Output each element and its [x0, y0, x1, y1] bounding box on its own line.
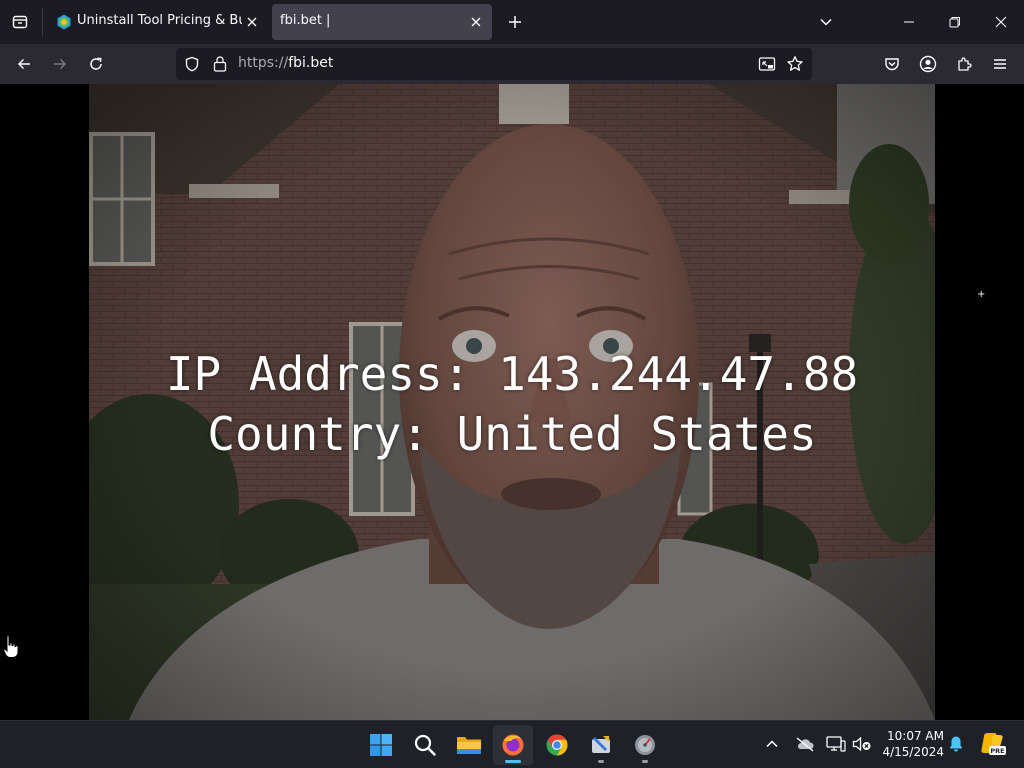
restore-icon — [949, 17, 960, 28]
address-bar[interactable]: https://fbi.bet — [176, 48, 812, 80]
shield-icon[interactable] — [184, 56, 200, 72]
close-icon — [995, 16, 1007, 28]
minimize-button[interactable] — [884, 0, 934, 44]
window-close-button[interactable] — [978, 0, 1024, 44]
clock-time: 10:07 AM — [887, 729, 944, 743]
search-icon — [414, 734, 436, 756]
arrow-left-icon — [17, 58, 30, 70]
running-indicator — [598, 760, 604, 763]
disk-app-icon — [635, 735, 655, 755]
account-icon — [919, 55, 937, 73]
tool-app-icon — [592, 736, 610, 753]
ip-info-overlay: IP Address: 143.244.47.88 Country: Unite… — [89, 344, 935, 464]
arrow-right-icon — [54, 58, 67, 70]
tab-title: fbi.bet | — [280, 13, 331, 28]
copilot-icon: PRE — [981, 733, 1006, 755]
url-input[interactable]: https://fbi.bet — [238, 55, 333, 71]
pre-badge: PRE — [990, 747, 1004, 755]
app-menu-button[interactable] — [984, 48, 1016, 80]
tab-title: Uninstall Tool Pricing & Buy — [77, 13, 242, 28]
restore-button[interactable] — [932, 0, 978, 44]
chrome-icon — [546, 734, 568, 756]
bookmark-star-icon[interactable] — [786, 55, 804, 73]
notifications-button[interactable] — [946, 733, 966, 755]
volume-tray-button[interactable] — [852, 733, 872, 755]
chevron-down-icon — [820, 18, 832, 26]
minimize-icon — [904, 21, 914, 23]
taskbar-clock[interactable]: 10:07 AM 4/15/2024 — [872, 728, 944, 760]
firefox-view-button[interactable] — [4, 6, 36, 38]
close-icon[interactable] — [244, 14, 260, 30]
lock-icon[interactable] — [212, 55, 228, 73]
stray-glyph: + — [977, 289, 986, 300]
new-tab-button[interactable] — [500, 6, 530, 38]
disk-app-taskbar-button[interactable] — [625, 725, 665, 765]
chevron-up-icon — [766, 740, 778, 748]
tool-app-taskbar-button[interactable] — [581, 725, 621, 765]
url-host: fbi.bet — [288, 55, 334, 71]
firefox-view-icon — [12, 15, 28, 29]
country-line: Country: United States — [207, 407, 817, 461]
running-indicator — [642, 760, 648, 763]
tab-fbi-bet[interactable]: fbi.bet | — [272, 4, 492, 40]
picture-in-picture-icon[interactable] — [758, 56, 776, 72]
tab-uninstall-tool[interactable]: Uninstall Tool Pricing & Buy — [46, 4, 268, 40]
running-indicator — [505, 760, 521, 763]
network-tray-button[interactable] — [826, 733, 846, 755]
reload-button[interactable] — [80, 48, 112, 80]
show-hidden-icons-button[interactable] — [762, 733, 782, 755]
network-icon — [826, 736, 846, 752]
pocket-icon — [885, 58, 899, 71]
uninstall-tool-logo-icon — [57, 14, 71, 30]
pocket-button[interactable] — [876, 48, 908, 80]
onedrive-tray-button[interactable] — [795, 733, 815, 755]
folder-icon — [457, 737, 481, 754]
url-scheme: https:// — [238, 55, 289, 71]
search-button[interactable] — [405, 725, 445, 765]
bell-icon — [949, 736, 963, 752]
firefox-taskbar-button[interactable] — [493, 725, 533, 765]
page-content: IP Address: 143.244.47.88 Country: Unite… — [0, 84, 1024, 720]
navigation-toolbar: https://fbi.bet — [0, 44, 1024, 84]
firefox-icon — [502, 734, 524, 756]
reload-icon — [90, 57, 102, 70]
extensions-button[interactable] — [948, 48, 980, 80]
puzzle-icon — [958, 57, 972, 71]
chrome-taskbar-button[interactable] — [537, 725, 577, 765]
forward-button[interactable] — [44, 48, 76, 80]
plus-icon — [509, 16, 521, 28]
copilot-pre-button[interactable]: PRE — [980, 733, 1006, 755]
windows-logo-icon — [370, 734, 392, 756]
volume-muted-icon — [852, 736, 871, 752]
clock-date: 4/15/2024 — [882, 745, 944, 759]
start-button[interactable] — [361, 725, 401, 765]
tab-strip: Uninstall Tool Pricing & Buy fbi.bet | — [0, 0, 1024, 44]
account-button[interactable] — [912, 48, 944, 80]
back-button[interactable] — [8, 48, 40, 80]
tab-divider — [42, 8, 43, 36]
file-explorer-button[interactable] — [449, 725, 489, 765]
cloud-offline-icon — [796, 737, 814, 752]
hamburger-menu-icon — [994, 59, 1006, 69]
ip-address-line: IP Address: 143.244.47.88 — [165, 347, 859, 401]
list-all-tabs-button[interactable] — [810, 6, 842, 38]
close-icon[interactable] — [468, 14, 484, 30]
taskbar: 10:07 AM 4/15/2024 PRE — [0, 720, 1024, 768]
hand-cursor-icon — [3, 635, 19, 658]
